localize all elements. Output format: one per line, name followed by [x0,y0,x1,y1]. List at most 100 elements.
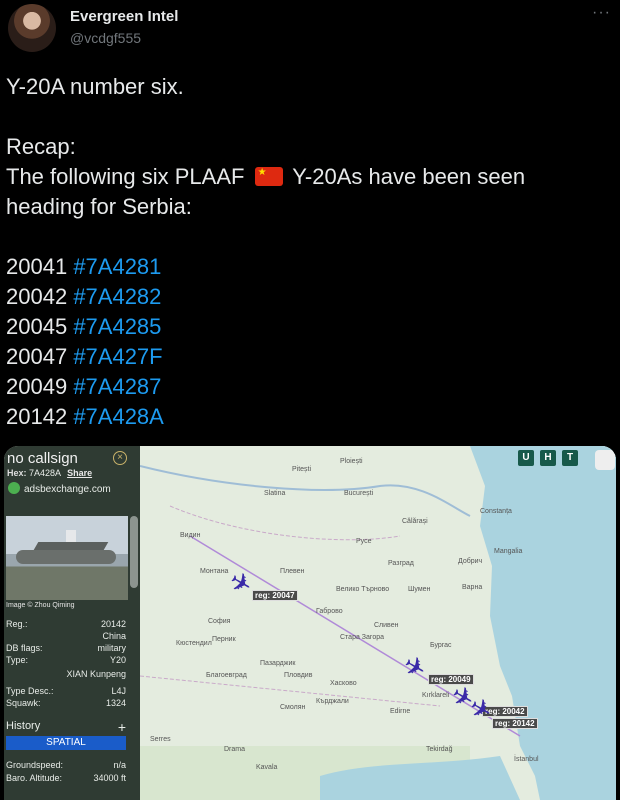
close-icon[interactable]: × [113,451,127,465]
city-label: Ploiești [340,458,363,465]
city-label: Разград [388,560,414,567]
city-label: Kavala [256,764,278,771]
aircraft-line: 20041 #7A4281 [6,252,606,282]
china-flag-icon [254,167,283,186]
info-row: Squawk: 1324 [6,698,126,708]
scrollbar[interactable] [130,516,138,588]
tweet-line-part: The following six PLAAF [6,164,245,189]
hex-label: Hex: [7,468,27,478]
serial: 20041 [6,254,68,279]
city-label: Хасково [330,680,357,687]
city-label: Пазарджик [260,660,296,667]
info-row: XIAN Kunpeng [66,669,126,679]
tweet-line: The following six PLAAF Y-20As have been… [6,162,606,192]
hashtag-link[interactable]: #7A4282 [73,284,161,309]
site-link[interactable]: adsbexchange.com [8,482,111,495]
city-label: Кърджали [316,698,349,705]
aircraft-line: 20045 #7A4285 [6,312,606,342]
city-label: Шумен [408,586,431,593]
image-credit: Image © Zhou Qiming [6,602,75,609]
site-label: adsbexchange.com [24,484,111,495]
tweet-line: heading for Serbia: [6,194,192,219]
hex-row: Hex: 7A428A Share [7,468,92,478]
history-section[interactable]: History + [6,719,126,735]
share-link[interactable]: Share [67,468,92,478]
aircraft-line: 20142 #7A428A [6,402,606,432]
hex-value: 7A428A [29,468,62,478]
reg-label: reg: 20142 [492,718,538,729]
city-label: Варна [462,584,483,591]
city-label: Constanța [480,508,512,515]
hashtag-link[interactable]: #7A4285 [73,314,161,339]
city-label: Pitești [292,466,312,473]
avatar[interactable] [8,4,56,52]
city-label: Смолян [280,704,306,711]
tweet-text: Y-20A number six. Recap: The following s… [6,72,606,432]
info-row: Reg.: 20142 [6,619,126,629]
city-label: Бургас [430,642,452,649]
tweet-line-part: Y-20As have been seen [292,164,526,189]
info-row: Groundspeed: n/a [6,760,126,770]
city-label: Kırklareli [422,692,450,699]
serial: 20049 [6,374,68,399]
aircraft-line: 20042 #7A4282 [6,282,606,312]
plus-icon[interactable]: + [118,719,126,735]
map-button-u[interactable]: U [518,450,534,466]
city-label: Slatina [264,490,286,497]
info-row: DB flags: military [6,643,126,653]
serial: 20142 [6,404,68,429]
hashtag-link[interactable]: #7A427F [73,344,162,369]
map-button-t[interactable]: T [562,450,578,466]
layers-icon[interactable] [595,450,615,470]
info-row: Baro. Altitude: 34000 ft [6,773,126,783]
serial: 20047 [6,344,68,369]
city-label: Стара Загора [340,634,385,641]
tweet-line: Y-20A number six. [6,74,184,99]
city-label: Русе [356,538,372,545]
city-label: Edirne [390,708,411,715]
city-label: București [344,490,374,497]
display-name[interactable]: Evergreen Intel [70,8,178,25]
callsign-title: no callsign [7,450,78,467]
city-label: Видин [180,532,201,539]
flight-map[interactable]: U H T Ploiești București Pitești Slatina… [139,446,616,800]
city-label: Călărași [402,518,428,525]
reg-label: reg: 20047 [252,590,298,601]
hashtag-link[interactable]: #7A4281 [73,254,161,279]
city-label: Монтана [200,568,229,575]
serial: 20045 [6,314,68,339]
aircraft-photo [6,516,128,600]
map-button-h[interactable]: H [540,450,556,466]
tweet-line: Recap: [6,134,76,159]
city-label: İstanbul [514,756,539,763]
aircraft-line: 20047 #7A427F [6,342,606,372]
city-label: Перник [212,636,236,643]
city-label: Пловдив [284,672,313,679]
city-label: Drama [224,746,246,753]
city-label: Mangalia [494,548,523,555]
adsb-icon [8,482,20,494]
city-label: Serres [150,736,171,743]
handle[interactable]: @vcdgf555 [70,30,141,46]
aircraft-info-panel: no callsign × Hex: 7A428A Share adsbexcha… [4,446,140,800]
more-icon[interactable]: ··· [592,4,611,22]
info-row: Type Desc.: L4J [6,686,126,696]
city-label: Велико Търново [336,586,390,593]
city-label: Благоевград [206,672,247,679]
aircraft-line: 20049 #7A4287 [6,372,606,402]
media-screenshot[interactable]: no callsign × Hex: 7A428A Share adsbexcha… [4,446,616,800]
city-label: Добрич [458,558,483,565]
info-row: China [102,631,126,641]
spatial-tab[interactable]: SPATIAL [6,736,126,750]
tweet-header: Evergreen Intel @vcdgf555 ··· [0,0,620,60]
city-label: Габрово [316,608,343,615]
hashtag-link[interactable]: #7A4287 [73,374,161,399]
history-label: History [6,720,41,732]
city-label: Tekirdağ [426,746,453,753]
city-label: София [208,618,231,625]
hashtag-link[interactable]: #7A428A [73,404,164,429]
city-label: Сливен [374,622,399,629]
city-label: Плевен [280,568,305,575]
city-label: Кюстендил [176,640,212,647]
info-row: Type: Y20 [6,655,126,665]
